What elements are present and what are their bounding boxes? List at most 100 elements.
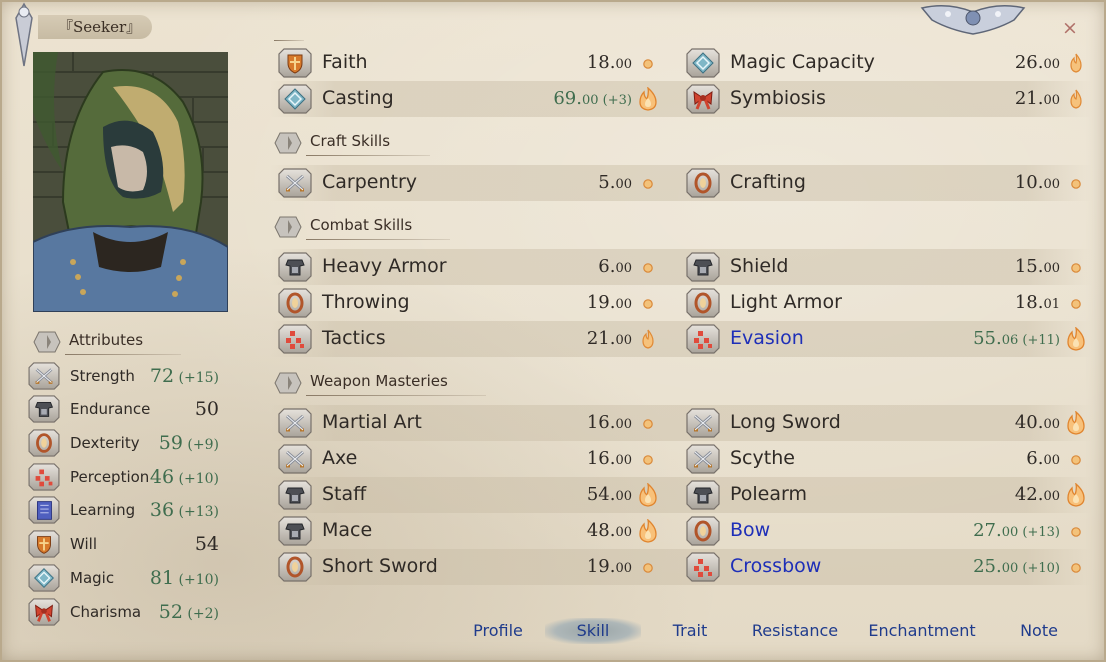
skill-value: 40.00 (1015, 412, 1060, 433)
skill-value: 48.00 (587, 520, 632, 541)
skill-row[interactable]: Shield 15.00 (682, 249, 1092, 285)
skill-row[interactable]: Light Armor 18.01 (682, 285, 1092, 321)
skill-name: Symbiosis (730, 87, 826, 109)
skill-row[interactable]: Evasion 55.06 (+11) (682, 321, 1092, 357)
skill-row[interactable]: Staff 54.00 (274, 477, 664, 513)
skill-value-fraction: 00 (1043, 177, 1060, 192)
crest-ornament-icon (920, 5, 1026, 35)
skill-row[interactable]: Bow 27.00 (+13) (682, 513, 1092, 549)
small-flame-icon (643, 419, 653, 429)
tab-skill[interactable]: Skill (545, 618, 641, 644)
skill-name: Bow (730, 519, 771, 541)
skill-value-base: 21. (586, 328, 616, 349)
skill-value: 6.00 (598, 256, 632, 277)
skill-value-base: 25. (973, 556, 1002, 577)
skill-name: Long Sword (730, 411, 841, 433)
tab-enchantment[interactable]: Enchantment (865, 618, 979, 644)
skill-value-base: 27. (973, 520, 1002, 541)
tab-resistance[interactable]: Resistance (745, 618, 845, 644)
skill-row[interactable]: Martial Art 16.00 (274, 405, 664, 441)
small-flame-icon (1071, 455, 1081, 465)
tab-profile[interactable]: Profile (462, 618, 534, 644)
close-button[interactable]: × (1060, 18, 1080, 38)
attribute-name: Magic (70, 569, 115, 587)
skill-row[interactable]: Crossbow 25.00 (+10) (682, 549, 1092, 585)
skill-row[interactable]: Casting 69.00 (+3) (274, 81, 664, 117)
skill-value-base: 19. (586, 556, 616, 577)
crossed-swords-icon (686, 444, 720, 474)
skill-row[interactable]: Throwing 19.00 (274, 285, 664, 321)
tab-trait[interactable]: Trait (660, 618, 720, 644)
skill-row[interactable]: Short Sword 19.00 (274, 549, 664, 585)
attribute-value: 54 (195, 533, 219, 555)
attribute-row[interactable]: Learning 36 (+13) (26, 493, 226, 527)
charisma-ribbon-icon (686, 84, 720, 114)
skill-row[interactable]: Magic Capacity 26.00 (682, 45, 1092, 81)
skill-value-fraction: 00 (1043, 453, 1060, 468)
skill-name: Evasion (730, 327, 804, 349)
skill-row[interactable]: Carpentry 5.00 (274, 165, 664, 201)
skill-row[interactable]: Symbiosis 21.00 (682, 81, 1092, 117)
attribute-row[interactable]: Will 54 (26, 527, 226, 561)
big-flame-icon (1067, 483, 1085, 507)
small-flame-icon (1071, 527, 1081, 537)
skill-value-fraction: 00 (615, 297, 632, 312)
small-flame-icon (643, 59, 653, 69)
skill-value: 27.00 (+13) (973, 520, 1060, 541)
attribute-row[interactable]: Perception 46 (+10) (26, 460, 226, 494)
skill-row[interactable]: Tactics 21.00 (274, 321, 664, 357)
skill-bonus: (+3) (598, 93, 632, 108)
skill-value: 19.00 (587, 292, 632, 313)
attribute-row[interactable]: Charisma 52 (+2) (26, 595, 226, 629)
attribute-row[interactable]: Endurance 50 (26, 392, 226, 426)
skill-value: 42.00 (1015, 484, 1060, 505)
skill-row[interactable]: Heavy Armor 6.00 (274, 249, 664, 285)
small-flame-icon (1071, 299, 1081, 309)
magic-diamond-icon (686, 48, 720, 78)
skill-name: Scythe (730, 447, 795, 469)
skill-value-fraction: 00 (1043, 489, 1060, 504)
magic-diamond-icon (278, 84, 312, 114)
skill-value-base: 40. (1014, 412, 1044, 433)
will-shield-icon (28, 530, 60, 558)
big-flame-icon (1067, 411, 1085, 435)
attribute-value: 52 (+2) (159, 601, 219, 623)
section-label: Craft Skills (310, 132, 391, 150)
tab-note[interactable]: Note (1010, 618, 1068, 644)
skill-row[interactable]: Crafting 10.00 (682, 165, 1092, 201)
attribute-bonus: (+15) (174, 370, 219, 386)
attribute-value-number: 36 (149, 499, 175, 521)
skill-value-fraction: 06 (1001, 333, 1019, 348)
character-name-tab: 『Seeker』 (38, 15, 152, 39)
attribute-row[interactable]: Dexterity 59 (+9) (26, 426, 226, 460)
skill-row[interactable]: Mace 48.00 (274, 513, 664, 549)
skill-row[interactable]: Polearm 42.00 (682, 477, 1092, 513)
skill-name: Staff (322, 483, 367, 505)
skill-row[interactable]: Axe 16.00 (274, 441, 664, 477)
attribute-value: 72 (+15) (150, 365, 219, 387)
section-label: Combat Skills (310, 216, 413, 234)
skill-value: 25.00 (+10) (973, 556, 1060, 577)
big-flame-icon (639, 483, 657, 507)
skill-value: 19.00 (587, 556, 632, 577)
attribute-value-number: 52 (158, 601, 183, 623)
skill-row[interactable]: Scythe 6.00 (682, 441, 1092, 477)
attribute-value: 36 (+13) (150, 499, 219, 521)
skill-value-base: 55. (973, 328, 1002, 349)
skill-value-fraction: 00 (615, 57, 632, 72)
flame-icon (642, 329, 654, 349)
book-icon (28, 496, 60, 524)
skill-value: 26.00 (1015, 52, 1060, 73)
skill-value-base: 18. (586, 52, 616, 73)
attribute-value-number: 54 (194, 533, 219, 555)
skill-row[interactable]: Long Sword 40.00 (682, 405, 1092, 441)
crossed-swords-icon (278, 168, 312, 198)
skill-name: Shield (730, 255, 789, 277)
attribute-row[interactable]: Strength 72 (+15) (26, 359, 226, 393)
skill-row[interactable]: Faith 18.00 (274, 45, 664, 81)
skill-name: Throwing (322, 291, 410, 313)
attribute-bonus: (+2) (182, 606, 219, 622)
skill-value: 5.00 (598, 172, 632, 193)
attribute-row[interactable]: Magic 81 (+10) (26, 561, 226, 595)
skill-value-fraction: 00 (615, 489, 632, 504)
